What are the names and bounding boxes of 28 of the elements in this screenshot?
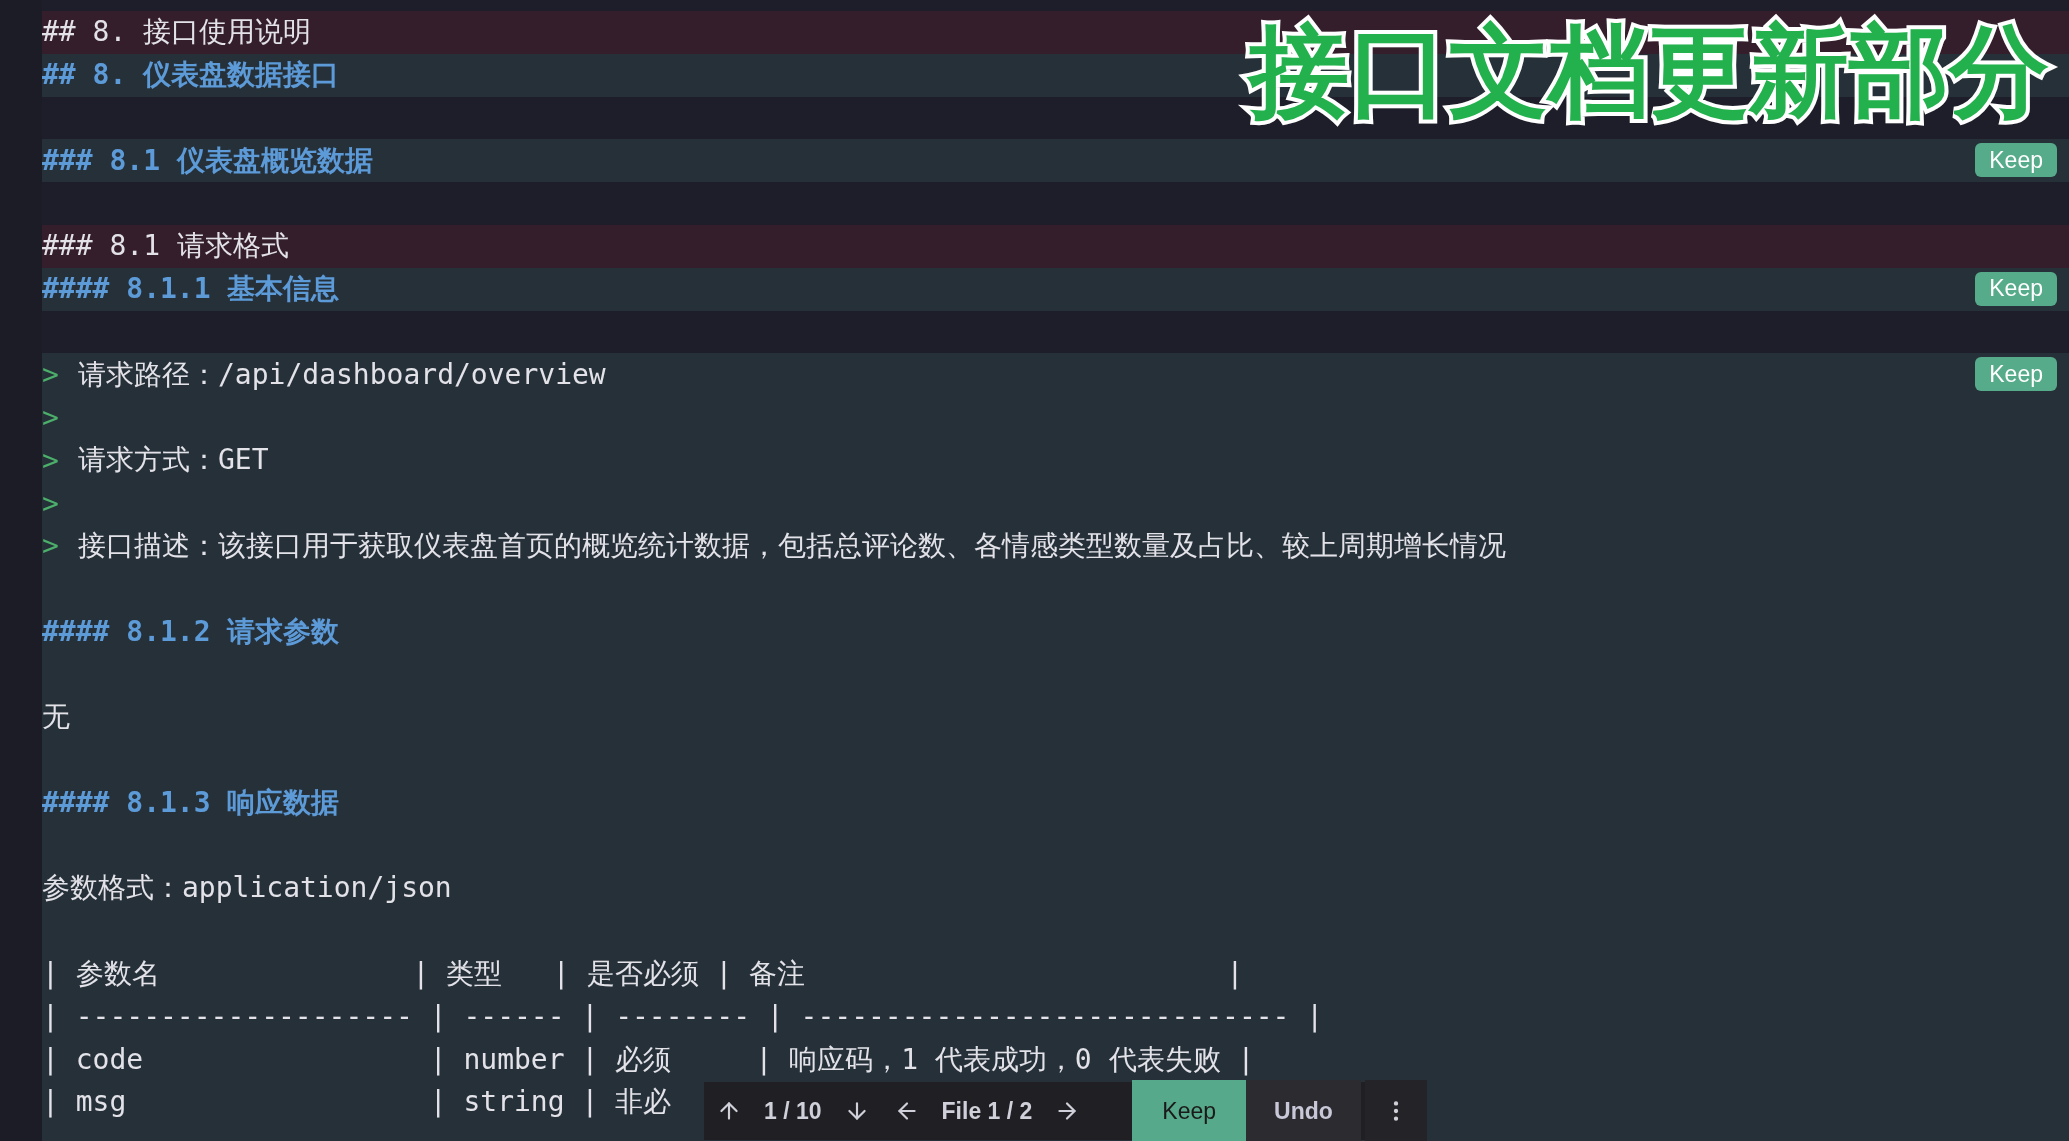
- keep-button[interactable]: Keep: [1975, 357, 2057, 392]
- undo-button[interactable]: Undo: [1246, 1080, 1361, 1141]
- code-text: 无: [42, 699, 70, 736]
- change-counter: 1 / 10: [763, 1097, 823, 1125]
- code-text: 请求路径：/api/dashboard/overview: [78, 356, 606, 393]
- code-text: | 参数名 | 类型 | 是否必须 | 备注 |: [42, 955, 1244, 992]
- quote-marker: >: [42, 401, 60, 435]
- quote-marker: >: [42, 529, 60, 563]
- code-text: 接口描述：该接口用于获取仪表盘首页的概览统计数据，包括总评论数、各情感类型数量及占比、较上周期增长情况: [78, 527, 1506, 564]
- heading-text: ### 8.1 仪表盘概览数据: [42, 142, 373, 179]
- quote-marker: >: [42, 358, 60, 392]
- code-text: ## 8. 接口使用说明: [42, 14, 312, 51]
- heading-text: #### 8.1.1 基本信息: [42, 271, 340, 308]
- quote-marker: >: [42, 443, 60, 477]
- file-counter: File 1 / 2: [940, 1097, 1034, 1125]
- code-text: 请求方式：GET: [78, 442, 269, 479]
- heading-text: #### 8.1.2 请求参数: [42, 613, 340, 650]
- keep-button[interactable]: Keep: [1975, 271, 2057, 306]
- code-text: ### 8.1 请求格式: [42, 228, 289, 265]
- keep-button[interactable]: Keep: [1975, 143, 2057, 178]
- code-text: | msg | string | 非必: [42, 1084, 672, 1121]
- quote-marker: >: [42, 486, 60, 520]
- heading-text: #### 8.1.3 响应数据: [42, 784, 340, 821]
- code-text: 参数格式：application/json: [42, 870, 452, 907]
- code-text: | code | number | 必须 | 响应码，1 代表成功，0 代表失败 |: [42, 1041, 1255, 1078]
- keep-button[interactable]: Keep: [1132, 1080, 1247, 1141]
- heading-text: ## 8. 仪表盘数据接口: [42, 57, 340, 94]
- code-text: | -------------------- | ------ | -------- | ----------------------------- |: [42, 1000, 1324, 1034]
